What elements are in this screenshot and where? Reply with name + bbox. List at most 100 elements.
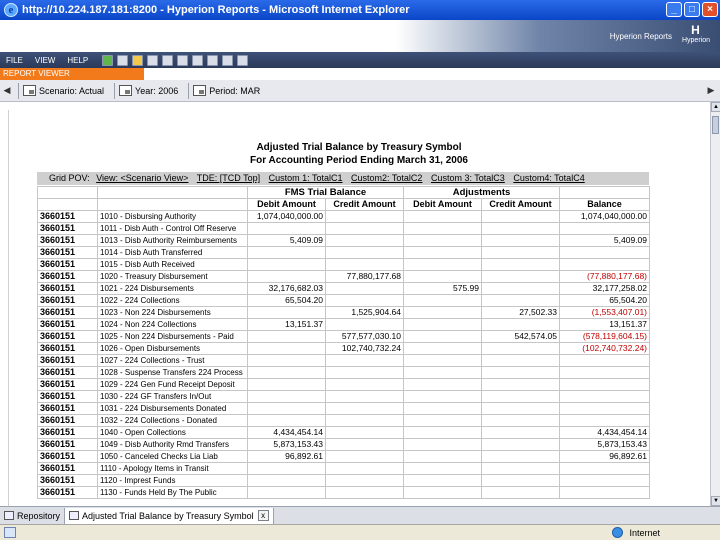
table-row: 3660151 1021 - 224 Disbursements 32,176,68… — [37, 282, 651, 295]
run-icon[interactable] — [102, 54, 114, 66]
pov-year[interactable]: Year: 2006 — [119, 85, 178, 96]
close-tab-button[interactable]: x — [257, 510, 269, 521]
account-description-cell: 1028 - Suspense Transfers 224 Process — [97, 366, 248, 379]
preferences-icon[interactable] — [222, 54, 234, 66]
grid-pov-custom2[interactable]: Custom2: TotalC2 — [351, 173, 422, 183]
fms-credit-cell: 102,740,732.24 — [325, 342, 404, 355]
internet-explorer-icon: e — [4, 3, 18, 17]
account-description-cell: 1130 - Funds Held By The Public — [97, 486, 248, 499]
report-content: Adjusted Trial Balance by Treasury Symbo… — [0, 102, 710, 506]
table-header-cell — [37, 198, 98, 211]
adj-credit-cell — [480, 270, 561, 283]
maximize-button[interactable]: □ — [684, 2, 700, 17]
account-description-cell: 1014 - Disb Auth Transferred — [97, 246, 248, 259]
repository-icon — [4, 511, 14, 520]
treasury-symbol-cell: 3660151 — [37, 414, 98, 427]
fms-credit-cell — [325, 282, 404, 295]
account-description-cell: 1049 - Disb Authority Rmd Transfers — [97, 438, 248, 451]
table-row: 3660151 1029 - 224 Gen Fund Receipt Depos… — [37, 378, 651, 391]
fms-credit-cell — [325, 294, 404, 307]
adj-credit-amount-header: Credit Amount — [480, 198, 561, 211]
treasury-symbol-cell: 3660151 — [37, 330, 98, 343]
fms-credit-cell — [325, 486, 404, 499]
open-folder-icon[interactable] — [132, 54, 144, 66]
balance-cell: 4,434,454.14 — [559, 426, 651, 439]
pov-divider — [114, 82, 116, 99]
report-viewer-label: REPORT VIEWER — [0, 68, 144, 80]
help-icon[interactable] — [237, 54, 249, 66]
account-description-cell: 1022 - 224 Collections — [97, 294, 248, 307]
new-icon[interactable] — [117, 54, 129, 66]
scroll-right-icon[interactable]: ▶ — [704, 85, 718, 96]
balance-cell — [559, 390, 651, 403]
export-icon[interactable] — [192, 54, 204, 66]
adj-debit-cell — [403, 390, 482, 403]
table-row: 3660151 1020 - Treasury Disbursement 77,88… — [37, 270, 651, 283]
pov-period-label: Period: MAR — [209, 85, 261, 96]
balance-cell — [559, 366, 651, 379]
grid-pov-custom3[interactable]: Custom 3: TotalC3 — [431, 173, 505, 183]
adj-credit-cell: 27,502.33 — [480, 306, 561, 319]
scroll-down-icon[interactable]: ▼ — [711, 496, 720, 506]
document-tab-bar: Repository Adjusted Trial Balance by Tre… — [0, 506, 720, 524]
balance-cell — [559, 378, 651, 391]
refresh-icon[interactable] — [162, 54, 174, 66]
menu-help[interactable]: HELP — [67, 56, 88, 65]
table-row: 3660151 1110 - Apology Items in Transit — [37, 462, 651, 475]
pdf-icon[interactable] — [207, 54, 219, 66]
close-window-button[interactable]: × — [702, 2, 718, 17]
treasury-symbol-cell: 3660151 — [37, 222, 98, 235]
table-row: 3660151 1120 - Imprest Funds — [37, 474, 651, 487]
fms-credit-cell — [325, 426, 404, 439]
menu-file[interactable]: FILE — [6, 56, 23, 65]
adj-debit-cell — [403, 462, 482, 475]
scroll-up-icon[interactable]: ▲ — [711, 102, 720, 112]
fms-debit-cell — [247, 306, 326, 319]
scroll-left-icon[interactable]: ◀ — [0, 85, 14, 96]
table-row: 3660151 1015 - Disb Auth Received — [37, 258, 651, 271]
account-description-cell: 1025 - Non 224 Disbursements - Paid — [97, 330, 248, 343]
tab-report[interactable]: Adjusted Trial Balance by Treasury Symbo… — [65, 507, 274, 524]
treasury-symbol-cell: 3660151 — [37, 390, 98, 403]
account-description-cell: 1110 - Apology Items in Transit — [97, 462, 248, 475]
minimize-button[interactable]: _ — [666, 2, 682, 17]
vertical-scrollbar[interactable]: ▲ ▼ — [710, 102, 720, 506]
pov-divider — [188, 82, 190, 99]
balance-cell: (578,119,604.15) — [559, 330, 651, 343]
dimension-icon — [193, 85, 207, 96]
treasury-symbol-cell: 3660151 — [37, 378, 98, 391]
balance-cell — [559, 474, 651, 487]
adj-debit-cell — [403, 342, 482, 355]
scroll-thumb[interactable] — [712, 116, 719, 134]
balance-cell: 96,892.61 — [559, 450, 651, 463]
balance-cell: 1,074,040,000.00 — [559, 210, 651, 223]
menu-view[interactable]: VIEW — [35, 56, 55, 65]
treasury-symbol-cell: 3660151 — [37, 342, 98, 355]
adj-debit-cell — [403, 210, 482, 223]
table-row: 3660151 1010 - Disbursing Authority 1,074,… — [37, 210, 651, 223]
security-zone: Internet — [612, 527, 660, 538]
adj-credit-cell — [480, 258, 561, 271]
treasury-symbol-cell: 3660151 — [37, 438, 98, 451]
grid-pov-custom1[interactable]: Custom 1: TotalC1 — [269, 173, 343, 183]
grid-pov-custom4[interactable]: Custom4: TotalC4 — [513, 173, 584, 183]
account-description-cell: 1011 - Disb Auth - Control Off Reserve — [97, 222, 248, 235]
account-description-cell: 1032 - 224 Collections - Donated — [97, 414, 248, 427]
pov-period[interactable]: Period: MAR — [193, 85, 260, 96]
grid-pov-tde[interactable]: TDE: [TCD Top] — [197, 173, 260, 183]
save-icon[interactable] — [147, 54, 159, 66]
fms-credit-cell — [325, 222, 404, 235]
adj-debit-cell — [403, 450, 482, 463]
table-row: 3660151 1024 - Non 224 Collections 13,151.… — [37, 318, 651, 331]
fms-debit-cell — [247, 366, 326, 379]
tab-report-label: Adjusted Trial Balance by Treasury Symbo… — [82, 510, 254, 521]
fms-credit-cell — [325, 450, 404, 463]
balance-cell — [559, 258, 651, 271]
adj-credit-cell — [480, 426, 561, 439]
grid-pov-view[interactable]: View: <Scenario View> — [96, 173, 188, 183]
treasury-symbol-cell: 3660151 — [37, 354, 98, 367]
pov-scenario[interactable]: Scenario: Actual — [23, 85, 104, 96]
print-icon[interactable] — [177, 54, 189, 66]
adj-credit-cell — [480, 282, 561, 295]
tab-repository[interactable]: Repository — [0, 507, 66, 524]
